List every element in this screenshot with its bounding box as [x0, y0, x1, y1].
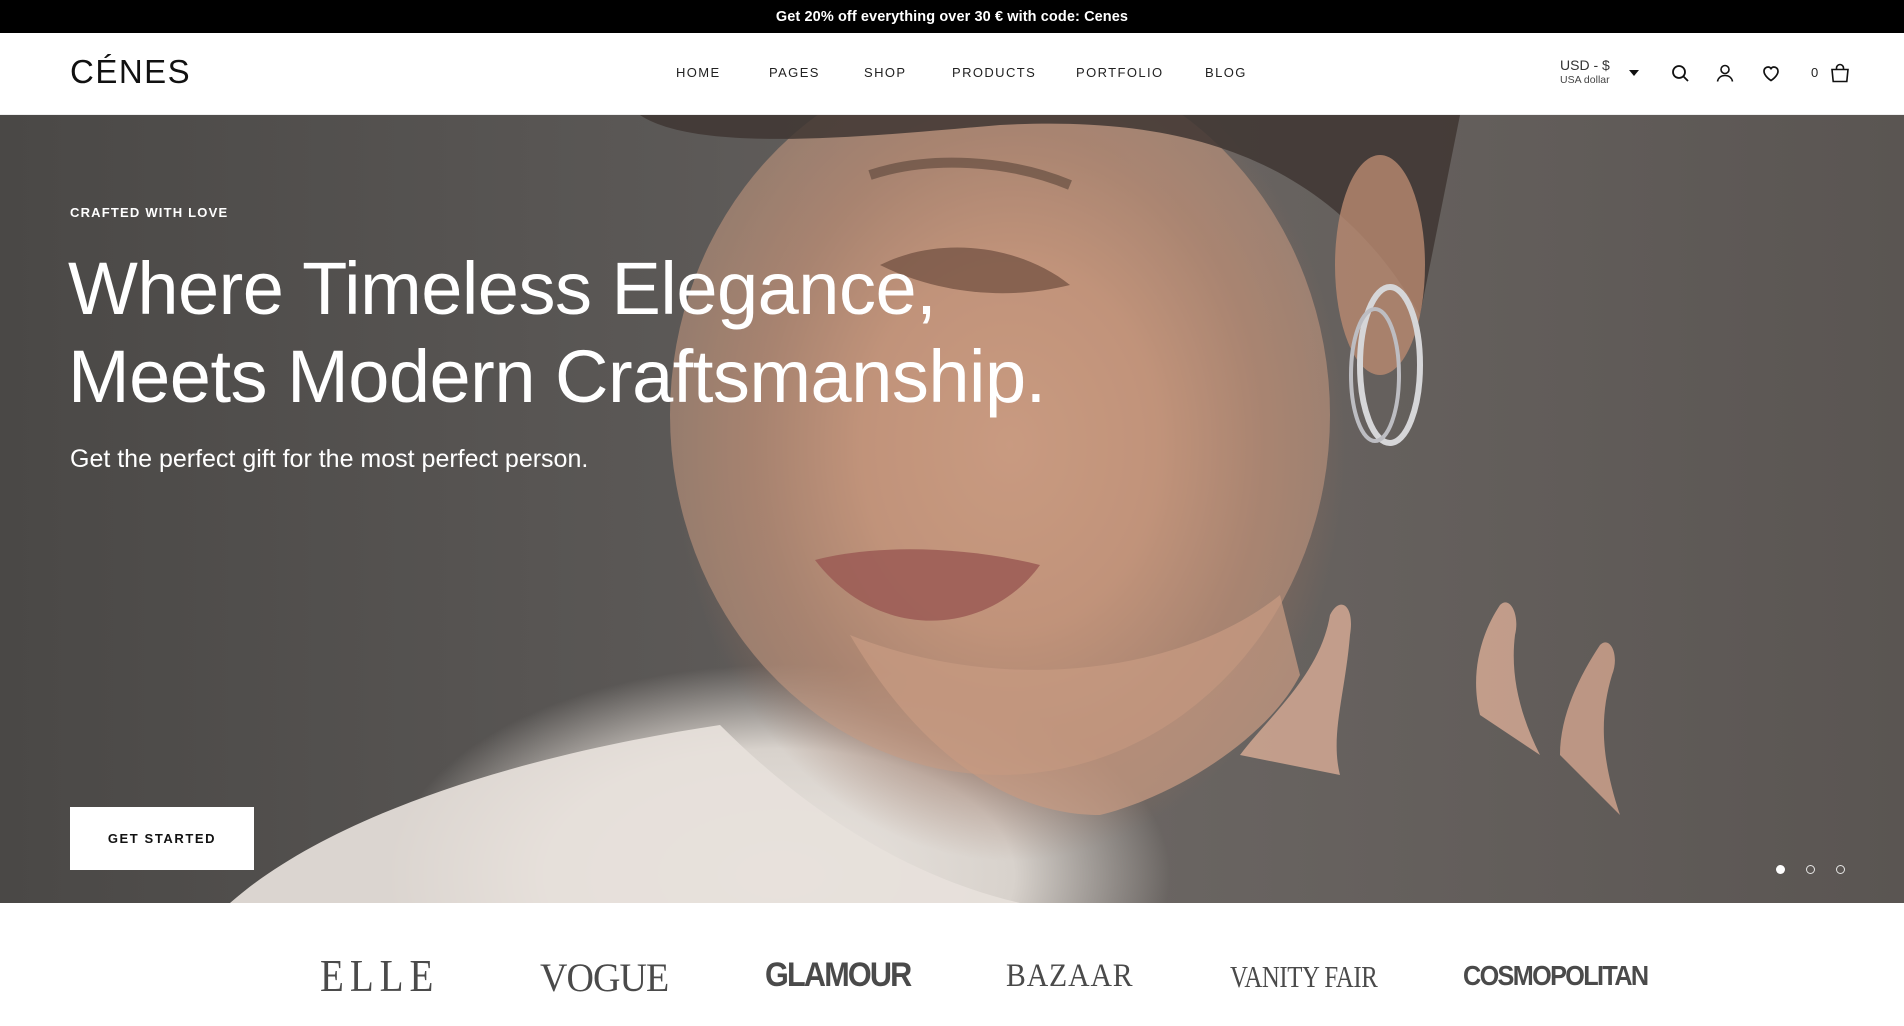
get-started-button[interactable]: GET STARTED — [70, 807, 254, 870]
slide-dot-1[interactable] — [1776, 865, 1785, 874]
brand-logo-elle: ELLE — [320, 950, 440, 1001]
nav-item-shop[interactable]: SHOP — [864, 65, 906, 80]
user-icon[interactable] — [1713, 61, 1737, 85]
hero-banner: CRAFTED WITH LOVE Where Timeless Eleganc… — [0, 115, 1904, 903]
hero-image — [230, 115, 1620, 903]
nav-item-portfolio[interactable]: PORTFOLIO — [1076, 65, 1163, 80]
announcement-text: Get 20% off everything over 30 € with co… — [775, 8, 1129, 25]
nav-item-products[interactable]: PRODUCTS — [952, 65, 1036, 80]
slide-dot-2[interactable] — [1806, 865, 1815, 874]
bag-icon[interactable] — [1828, 61, 1852, 85]
hero-headline-line-2: Meets Modern Craftsmanship. — [68, 335, 1046, 418]
brand-logo-vanity-fair: VANITY FAIR — [1230, 959, 1378, 994]
currency-selector[interactable]: USD - $ USA dollar — [1560, 57, 1610, 87]
currency-code: USD - $ — [1560, 57, 1610, 73]
hero-headline-line-1: Where Timeless Elegance, — [68, 247, 937, 330]
hero-subheadline: Get the perfect gift for the most perfec… — [70, 445, 589, 473]
nav-item-pages[interactable]: PAGES — [769, 65, 820, 80]
cart-count: 0 — [1811, 65, 1819, 80]
nav-item-home[interactable]: HOME — [676, 65, 721, 80]
brand-logo-bazaar: BAZAAR — [1006, 958, 1134, 994]
nav-item-blog[interactable]: BLOG — [1205, 65, 1247, 80]
main-nav: HOME PAGES SHOP PRODUCTS PORTFOLIO BLOG — [0, 65, 1904, 85]
slide-dot-3[interactable] — [1836, 865, 1845, 874]
currency-name: USA dollar — [1560, 74, 1610, 86]
hero-eyebrow: CRAFTED WITH LOVE — [70, 205, 229, 220]
search-icon[interactable] — [1668, 61, 1692, 85]
brand-logo-glamour: GLAMOUR — [765, 956, 912, 994]
brand-logo-cosmopolitan: COSMOPOLITAN — [1463, 960, 1649, 991]
chevron-down-icon[interactable] — [1629, 70, 1639, 76]
press-logos: ELLE VOGUE GLAMOUR BAZAAR VANITY FAIR CO… — [0, 903, 1904, 1026]
announcement-bar: Get 20% off everything over 30 € with co… — [0, 0, 1904, 33]
brand-logo-vogue: VOGUE — [540, 955, 669, 1000]
heart-icon[interactable] — [1759, 61, 1783, 85]
hero-headline: Where Timeless Elegance, Meets Modern Cr… — [68, 245, 1268, 421]
site-header: CÉNES HOME PAGES SHOP PRODUCTS PORTFOLIO… — [0, 33, 1904, 115]
